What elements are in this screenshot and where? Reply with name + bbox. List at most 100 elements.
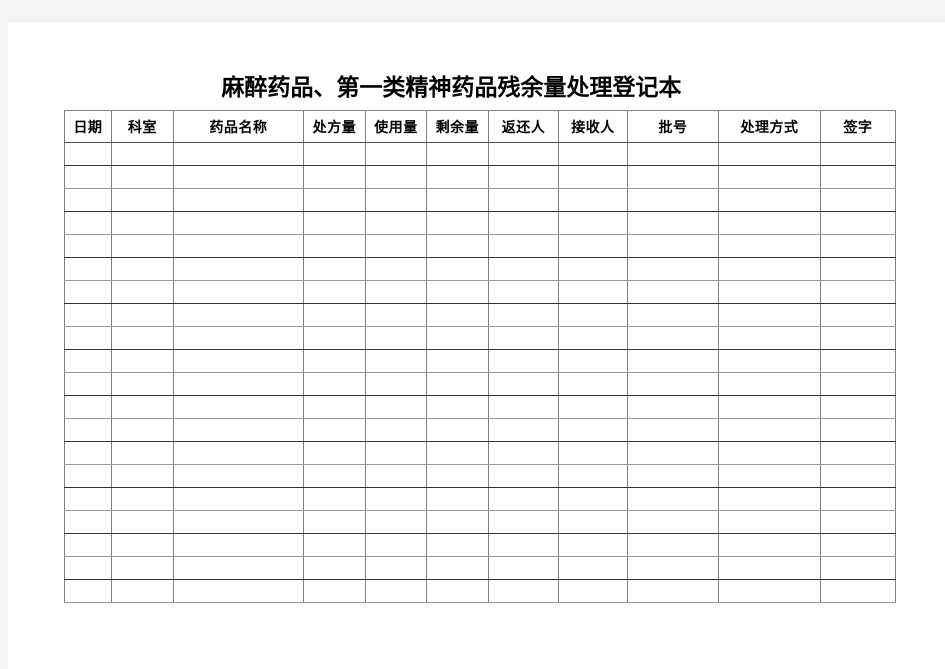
cell-returner[interactable] — [488, 510, 559, 534]
cell-returner[interactable] — [488, 211, 559, 235]
cell-used[interactable] — [365, 142, 427, 166]
cell-used[interactable] — [365, 211, 427, 235]
cell-drug_name[interactable] — [173, 372, 304, 396]
cell-department[interactable] — [111, 188, 174, 212]
cell-used[interactable] — [365, 487, 427, 511]
cell-remaining[interactable] — [426, 257, 489, 281]
cell-drug_name[interactable] — [173, 257, 304, 281]
cell-drug_name[interactable] — [173, 188, 304, 212]
cell-remaining[interactable] — [426, 556, 489, 580]
cell-date[interactable] — [64, 234, 112, 258]
table-row[interactable] — [64, 326, 896, 350]
cell-department[interactable] — [111, 533, 174, 557]
cell-receiver[interactable] — [558, 464, 628, 488]
cell-disposal[interactable] — [718, 418, 821, 442]
cell-returner[interactable] — [488, 188, 559, 212]
cell-department[interactable] — [111, 303, 174, 327]
cell-returner[interactable] — [488, 280, 559, 304]
cell-remaining[interactable] — [426, 188, 489, 212]
cell-used[interactable] — [365, 257, 427, 281]
cell-receiver[interactable] — [558, 533, 628, 557]
cell-used[interactable] — [365, 326, 427, 350]
cell-prescribed[interactable] — [303, 510, 366, 534]
cell-department[interactable] — [111, 556, 174, 580]
table-row[interactable] — [64, 257, 896, 281]
table-row[interactable] — [64, 395, 896, 419]
cell-remaining[interactable] — [426, 487, 489, 511]
table-row[interactable] — [64, 280, 896, 304]
cell-receiver[interactable] — [558, 280, 628, 304]
cell-receiver[interactable] — [558, 303, 628, 327]
cell-date[interactable] — [64, 441, 112, 465]
cell-date[interactable] — [64, 257, 112, 281]
cell-signature[interactable] — [820, 441, 896, 465]
cell-signature[interactable] — [820, 510, 896, 534]
cell-prescribed[interactable] — [303, 418, 366, 442]
cell-batch_no[interactable] — [627, 510, 719, 534]
cell-batch_no[interactable] — [627, 556, 719, 580]
cell-prescribed[interactable] — [303, 234, 366, 258]
cell-signature[interactable] — [820, 487, 896, 511]
cell-department[interactable] — [111, 165, 174, 189]
cell-disposal[interactable] — [718, 211, 821, 235]
cell-disposal[interactable] — [718, 464, 821, 488]
cell-signature[interactable] — [820, 188, 896, 212]
cell-date[interactable] — [64, 395, 112, 419]
cell-remaining[interactable] — [426, 372, 489, 396]
cell-receiver[interactable] — [558, 579, 628, 603]
cell-returner[interactable] — [488, 395, 559, 419]
cell-receiver[interactable] — [558, 234, 628, 258]
cell-used[interactable] — [365, 556, 427, 580]
cell-receiver[interactable] — [558, 326, 628, 350]
cell-batch_no[interactable] — [627, 142, 719, 166]
table-row[interactable] — [64, 165, 896, 189]
cell-prescribed[interactable] — [303, 142, 366, 166]
cell-receiver[interactable] — [558, 257, 628, 281]
cell-remaining[interactable] — [426, 234, 489, 258]
cell-disposal[interactable] — [718, 395, 821, 419]
cell-signature[interactable] — [820, 579, 896, 603]
cell-returner[interactable] — [488, 441, 559, 465]
cell-disposal[interactable] — [718, 441, 821, 465]
cell-signature[interactable] — [820, 464, 896, 488]
table-row[interactable] — [64, 234, 896, 258]
cell-prescribed[interactable] — [303, 372, 366, 396]
cell-date[interactable] — [64, 533, 112, 557]
cell-drug_name[interactable] — [173, 303, 304, 327]
cell-remaining[interactable] — [426, 349, 489, 373]
cell-department[interactable] — [111, 441, 174, 465]
cell-prescribed[interactable] — [303, 579, 366, 603]
cell-date[interactable] — [64, 142, 112, 166]
cell-drug_name[interactable] — [173, 280, 304, 304]
cell-drug_name[interactable] — [173, 579, 304, 603]
cell-receiver[interactable] — [558, 142, 628, 166]
cell-department[interactable] — [111, 487, 174, 511]
cell-date[interactable] — [64, 579, 112, 603]
table-row[interactable] — [64, 418, 896, 442]
cell-disposal[interactable] — [718, 579, 821, 603]
cell-date[interactable] — [64, 349, 112, 373]
cell-date[interactable] — [64, 372, 112, 396]
cell-prescribed[interactable] — [303, 556, 366, 580]
cell-drug_name[interactable] — [173, 234, 304, 258]
table-row[interactable] — [64, 487, 896, 511]
cell-signature[interactable] — [820, 257, 896, 281]
cell-disposal[interactable] — [718, 487, 821, 511]
cell-signature[interactable] — [820, 556, 896, 580]
cell-disposal[interactable] — [718, 303, 821, 327]
cell-batch_no[interactable] — [627, 464, 719, 488]
cell-batch_no[interactable] — [627, 188, 719, 212]
cell-remaining[interactable] — [426, 395, 489, 419]
cell-remaining[interactable] — [426, 441, 489, 465]
cell-department[interactable] — [111, 510, 174, 534]
cell-used[interactable] — [365, 303, 427, 327]
cell-department[interactable] — [111, 579, 174, 603]
cell-department[interactable] — [111, 464, 174, 488]
cell-signature[interactable] — [820, 418, 896, 442]
cell-receiver[interactable] — [558, 510, 628, 534]
cell-disposal[interactable] — [718, 280, 821, 304]
cell-date[interactable] — [64, 418, 112, 442]
cell-department[interactable] — [111, 257, 174, 281]
cell-remaining[interactable] — [426, 418, 489, 442]
cell-batch_no[interactable] — [627, 372, 719, 396]
